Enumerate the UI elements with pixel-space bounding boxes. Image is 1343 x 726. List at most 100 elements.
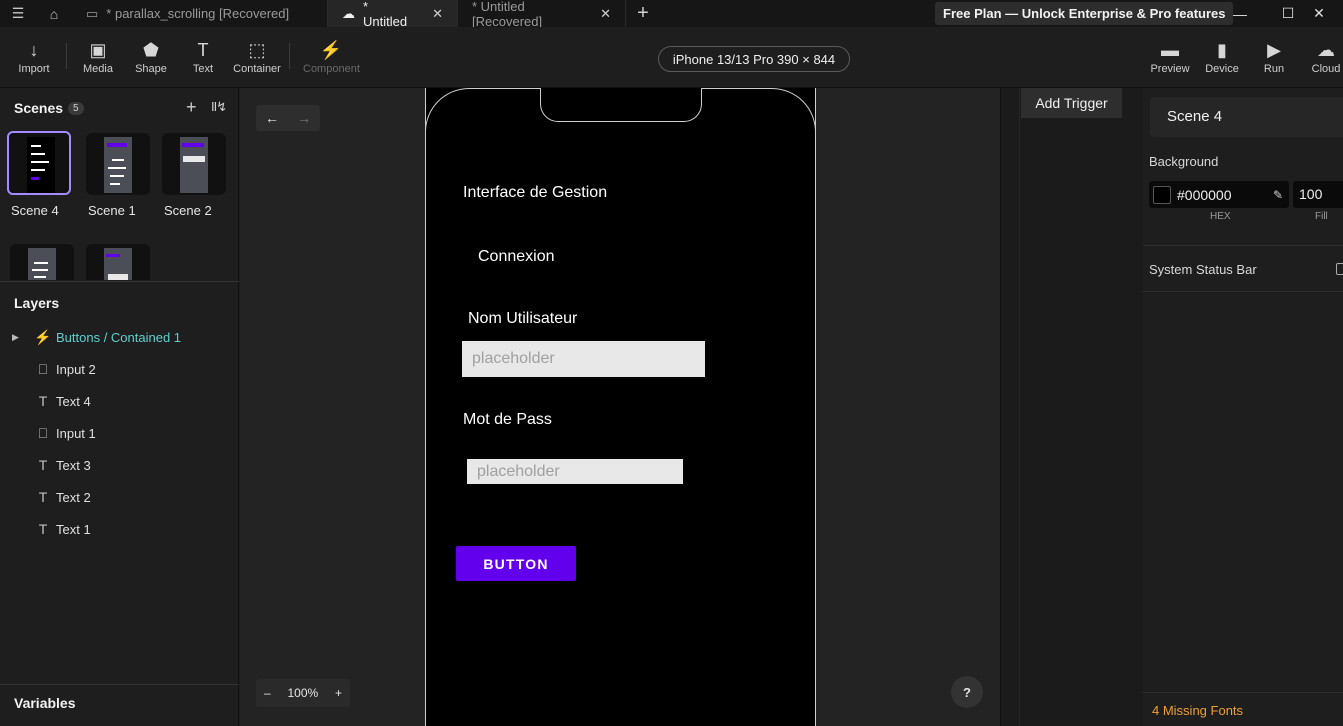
zoom-level[interactable]: 100% — [287, 686, 318, 700]
password-input[interactable]: placeholder — [467, 459, 683, 484]
layer-item-input-1[interactable]: ⎕ Input 1 — [0, 419, 239, 447]
inspector-panel: Scene 4 Background #000000 ✎ 100 HEX Fil… — [1143, 88, 1343, 726]
device-button[interactable]: ▮ Device — [1194, 37, 1250, 75]
shape-button[interactable]: ⬟ Shape — [123, 37, 179, 75]
phone-notch — [540, 88, 702, 122]
scene-name-field[interactable]: Scene 4 — [1150, 97, 1343, 137]
import-icon: ↓ — [29, 40, 39, 60]
zoom-out-icon[interactable]: – — [264, 686, 271, 700]
toolbar-divider — [66, 43, 67, 69]
background-label: Background — [1149, 154, 1219, 169]
text-icon: T — [38, 457, 48, 473]
text-icon: T — [38, 393, 48, 409]
tab-untitled[interactable]: ☁ * Untitled ✕ — [328, 0, 458, 29]
scene-options-icon[interactable]: II↯ — [211, 99, 227, 115]
design-canvas[interactable]: ← → Interface de Gestion Connexion Nom U… — [240, 88, 1000, 726]
scene-thumbnail-scene-2[interactable] — [162, 133, 226, 195]
color-swatch[interactable] — [1153, 185, 1171, 204]
home-icon[interactable]: ⌂ — [36, 0, 72, 27]
device-icon: ▮ — [1217, 40, 1227, 60]
input-icon: ⎕ — [38, 424, 48, 441]
new-tab-button[interactable]: + — [626, 0, 660, 27]
system-status-bar-checkbox[interactable] — [1336, 263, 1343, 275]
text-button[interactable]: T Text — [175, 37, 231, 75]
import-button[interactable]: ↓ Import — [6, 37, 62, 75]
container-button[interactable]: ⬚ Container — [229, 37, 285, 75]
upgrade-promo-button[interactable]: Free Plan — Unlock Enterprise & Pro feat… — [935, 2, 1234, 25]
history-nav: ← → — [256, 105, 320, 131]
phone-frame-top — [425, 88, 816, 148]
close-tab-icon[interactable]: ✕ — [432, 6, 443, 22]
username-input[interactable]: placeholder — [462, 341, 705, 377]
panel-divider — [0, 281, 239, 282]
variables-section[interactable]: Variables — [0, 684, 239, 726]
scene-thumbnail-scene-1[interactable] — [86, 133, 150, 195]
hamburger-menu-icon[interactable]: ☰ — [0, 0, 36, 27]
text-tool-icon: T — [197, 40, 209, 60]
scene-preview — [28, 248, 56, 280]
preview-icon: ▬ — [1161, 40, 1179, 60]
layer-item-text-4[interactable]: T Text 4 — [0, 387, 239, 415]
panel-divider — [1143, 245, 1343, 246]
system-status-bar-label: System Status Bar — [1149, 262, 1257, 277]
file-icon: ▭ — [86, 5, 99, 21]
missing-fonts-warning[interactable]: 4 Missing Fonts — [1143, 692, 1343, 726]
play-icon: ▶ — [1267, 40, 1281, 60]
layer-item-buttons-contained-1[interactable]: ▶ ⚡ Buttons / Contained 1 — [0, 323, 239, 351]
fill-input[interactable]: 100 — [1293, 181, 1343, 208]
scene-thumbnail[interactable] — [86, 244, 150, 280]
submit-button[interactable]: BUTTON — [456, 546, 576, 581]
layer-item-text-3[interactable]: T Text 3 — [0, 451, 239, 479]
scenes-header: Scenes 5 — [14, 100, 84, 116]
run-button[interactable]: ▶ Run — [1246, 37, 1302, 75]
title-text[interactable]: Interface de Gestion — [463, 184, 607, 202]
text-icon: T — [38, 489, 48, 505]
connexion-text[interactable]: Connexion — [478, 248, 555, 266]
trigger-panel: Add Trigger — [1000, 88, 1143, 726]
zoom-in-icon[interactable]: + — [335, 686, 342, 700]
eyedropper-icon[interactable]: ✎ — [1273, 188, 1283, 202]
cloud-button[interactable]: ☁ Cloud — [1298, 37, 1343, 75]
media-button[interactable]: ▣ Media — [70, 37, 126, 75]
layer-item-text-1[interactable]: T Text 1 — [0, 515, 239, 543]
scenes-count-badge: 5 — [68, 101, 84, 115]
cloud-icon: ☁ — [342, 5, 355, 21]
component-button[interactable]: ⚡ Component — [303, 37, 360, 75]
panel-divider — [1143, 291, 1343, 292]
scene-preview — [104, 248, 132, 280]
media-icon: ▣ — [89, 40, 107, 60]
expand-caret-icon[interactable]: ▶ — [12, 332, 30, 343]
scene-label: Scene 4 — [11, 203, 59, 218]
background-hex-input[interactable]: #000000 ✎ — [1149, 181, 1289, 208]
shape-icon: ⬟ — [143, 40, 159, 60]
tab-untitled-recovered[interactable]: * Untitled [Recovered] ✕ — [458, 0, 626, 29]
device-selector[interactable]: iPhone 13/13 Pro 390 × 844 — [658, 46, 850, 72]
tab-parallax-scrolling[interactable]: ▭ * parallax_scrolling [Recovered] — [72, 0, 328, 27]
close-tab-icon[interactable]: ✕ — [600, 6, 611, 22]
layer-item-text-2[interactable]: T Text 2 — [0, 483, 239, 511]
scene-thumbnail-scene-4[interactable] — [7, 131, 71, 195]
close-window-icon[interactable]: ✕ — [1295, 0, 1343, 27]
password-label[interactable]: Mot de Pass — [463, 411, 552, 429]
scene-preview — [27, 137, 55, 193]
fill-caption: Fill — [1315, 211, 1328, 222]
back-arrow-icon[interactable]: ← — [256, 105, 288, 131]
scene-thumbnail[interactable] — [10, 244, 74, 280]
input-icon: ⎕ — [38, 360, 48, 377]
add-trigger-button[interactable]: Add Trigger — [1021, 88, 1122, 118]
text-icon: T — [38, 521, 48, 537]
forward-arrow-icon[interactable]: → — [288, 105, 320, 131]
username-label[interactable]: Nom Utilisateur — [468, 310, 577, 328]
minimize-icon[interactable]: — — [1216, 0, 1264, 27]
lightning-icon: ⚡ — [319, 40, 343, 60]
toolbar: ↓ Import ▣ Media ⬟ Shape T Text ⬚ Contai… — [0, 27, 1343, 88]
layer-item-input-2[interactable]: ⎕ Input 2 — [0, 355, 239, 383]
scene-preview — [104, 137, 132, 193]
toolbar-divider — [289, 43, 290, 69]
scene-label: Scene 2 — [164, 203, 212, 218]
container-icon: ⬚ — [248, 40, 266, 60]
scene-label: Scene 1 — [88, 203, 136, 218]
help-button[interactable]: ? — [951, 676, 983, 708]
preview-button[interactable]: ▬ Preview — [1142, 37, 1198, 75]
add-scene-icon[interactable]: + — [186, 97, 197, 118]
